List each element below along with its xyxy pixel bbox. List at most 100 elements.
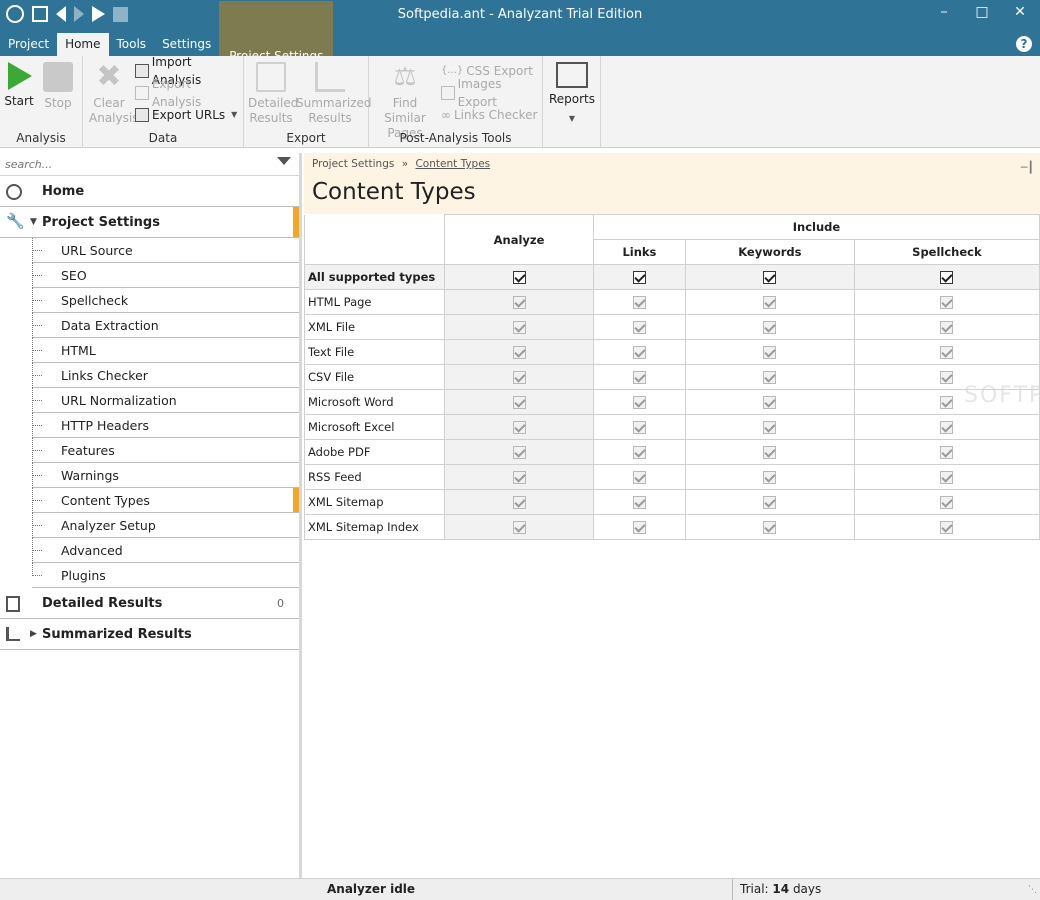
breadcrumb-current[interactable]: Content Types [415,158,490,170]
column-header-spellcheck: Spellcheck [853,239,1040,265]
sidebar-subitem-advanced[interactable]: Advanced [32,538,299,563]
checkbox-analyze[interactable] [512,396,526,409]
bar-chart-icon [6,627,20,641]
checkbox-spellcheck[interactable] [940,321,954,334]
start-icon [8,62,32,90]
checkbox-spellcheck[interactable] [940,396,954,409]
checkbox-links[interactable] [632,396,646,409]
pin-icon[interactable]: ─┃ [1021,161,1034,174]
sidebar-subitem-analyzer-setup[interactable]: Analyzer Setup [32,513,299,538]
checkbox-links[interactable] [632,371,646,384]
export-urls-button[interactable]: Export URLs ▼ [135,106,237,124]
table-row-all: All supported types [304,264,1040,290]
sidebar-subitem-spellcheck[interactable]: Spellcheck [32,288,299,313]
status-bar: Analyzer idle Trial: 14 days ⋱ [0,878,1040,900]
tab-project[interactable]: Project [0,33,57,56]
content-types-table: Analyze Include Links Keywords Spellchec… [304,214,1040,540]
close-icon[interactable]: ✕ [1006,4,1034,20]
checkbox-analyze[interactable] [512,496,526,509]
sidebar-subitem-warnings[interactable]: Warnings [32,463,299,488]
checkbox-keywords[interactable] [763,496,777,509]
links-checker-button[interactable]: ∞ Links Checker [441,106,537,124]
ribbon: Start Stop Analysis ✖ Clear Analysis Imp… [0,55,1040,148]
checkbox-analyze[interactable] [512,321,526,334]
checkbox-analyze-all[interactable] [512,271,526,284]
checkbox-keywords[interactable] [763,371,777,384]
export-analysis-button[interactable]: Export Analysis [135,77,243,109]
checkbox-links[interactable] [632,471,646,484]
tab-home[interactable]: Home [57,33,109,56]
checkbox-spellcheck[interactable] [940,296,954,309]
expanded-arrow-icon[interactable]: ▼ [30,207,37,238]
sidebar-subitem-data-extraction[interactable]: Data Extraction [32,313,299,338]
checkbox-analyze[interactable] [512,446,526,459]
checkbox-links-all[interactable] [632,271,646,284]
sidebar-item-project-settings[interactable]: 🔧 ▼ Project Settings [0,207,299,238]
checkbox-links[interactable] [632,446,646,459]
checkbox-keywords[interactable] [763,446,777,459]
checkbox-spellcheck[interactable] [940,521,954,534]
clear-analysis-button[interactable]: ✖ Clear Analysis [89,62,138,126]
checkbox-analyze[interactable] [512,521,526,534]
sidebar-subitem-content-types[interactable]: Content Types [32,488,299,513]
group-label-export: Export [286,131,326,145]
checkbox-links[interactable] [632,421,646,434]
checkbox-keywords[interactable] [763,521,777,534]
checkbox-links[interactable] [632,296,646,309]
detailed-results-button[interactable]: Detailed Results [248,62,298,126]
stop-button[interactable]: Stop [42,62,74,111]
sidebar-subitem-plugins[interactable]: Plugins [32,563,299,588]
resize-grip-icon[interactable]: ⋱ [1028,885,1037,895]
sidebar-subitem-http-headers[interactable]: HTTP Headers [32,413,299,438]
tab-project-settings[interactable]: Project Settings [219,1,334,63]
sidebar-subitem-html[interactable]: HTML [32,338,299,363]
checkbox-keywords[interactable] [763,346,777,359]
sidebar-subitem-url-normalization[interactable]: URL Normalization [32,388,299,413]
checkbox-keywords-all[interactable] [763,271,777,284]
checkbox-links[interactable] [632,521,646,534]
checkbox-analyze[interactable] [512,371,526,384]
checkbox-spellcheck[interactable] [940,496,954,509]
filter-icon[interactable] [277,157,291,165]
checkbox-keywords[interactable] [763,471,777,484]
breadcrumb-parent[interactable]: Project Settings [312,158,394,170]
tab-tools[interactable]: Tools [109,33,155,56]
checkbox-links[interactable] [632,321,646,334]
minimize-icon[interactable]: – [930,4,958,20]
images-export-button[interactable]: Images Export [441,77,542,109]
checkbox-spellcheck-all[interactable] [940,271,954,284]
checkbox-spellcheck[interactable] [940,446,954,459]
checkbox-spellcheck[interactable] [940,346,954,359]
sidebar-subitem-seo[interactable]: SEO [32,263,299,288]
export-urls-icon [135,108,149,122]
help-icon[interactable]: ? [1016,36,1032,52]
checkbox-analyze[interactable] [512,471,526,484]
checkbox-keywords[interactable] [763,296,777,309]
checkbox-links[interactable] [632,496,646,509]
checkbox-spellcheck[interactable] [940,371,954,384]
checkbox-keywords[interactable] [763,421,777,434]
sidebar-subitem-links-checker[interactable]: Links Checker [32,363,299,388]
start-button[interactable]: Start [4,62,34,109]
table-row: Adobe PDF [304,439,1040,465]
sidebar-item-home[interactable]: Home [0,176,299,207]
collapsed-arrow-icon[interactable]: ▶ [30,619,37,650]
checkbox-keywords[interactable] [763,396,777,409]
checkbox-analyze[interactable] [512,296,526,309]
checkbox-analyze[interactable] [512,346,526,359]
checkbox-spellcheck[interactable] [940,471,954,484]
sidebar-item-summarized-results[interactable]: ▶ Summarized Results [0,619,299,650]
summarized-results-button[interactable]: Summarized Results [296,62,372,126]
find-similar-pages-button[interactable]: ⚖ Find Similar Pages [373,62,437,141]
checkbox-keywords[interactable] [763,321,777,334]
search-input[interactable] [0,153,270,175]
checkbox-links[interactable] [632,346,646,359]
sidebar-subitem-url-source[interactable]: URL Source [32,238,299,263]
maximize-icon[interactable]: □ [968,4,996,20]
sidebar-subitem-features[interactable]: Features [32,438,299,463]
sidebar-item-detailed-results[interactable]: Detailed Results 0 [0,588,299,619]
active-indicator [293,207,299,237]
checkbox-analyze[interactable] [512,421,526,434]
checkbox-spellcheck[interactable] [940,421,954,434]
reports-button[interactable]: Reports ▼ [548,62,596,126]
